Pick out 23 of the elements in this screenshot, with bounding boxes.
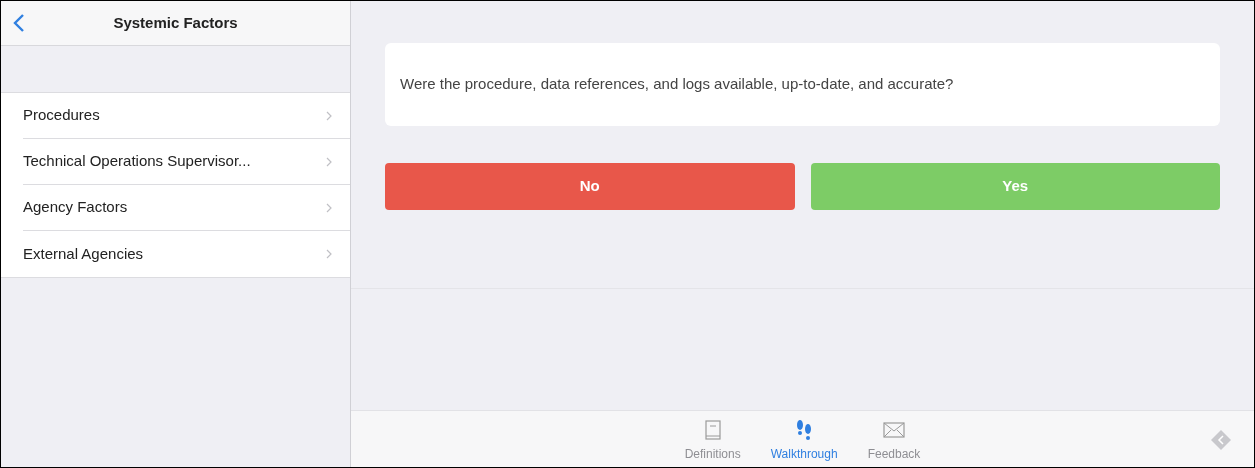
menu-item-label: External Agencies: [23, 243, 144, 264]
menu-item-label: Procedures: [23, 105, 100, 126]
tab[interactable]: Definitions: [684, 415, 741, 463]
menu-item-label: Technical Operations Supervisor...: [23, 151, 251, 172]
tab[interactable]: Feedback: [867, 415, 921, 463]
menu-item-label: Agency Factors: [23, 197, 128, 218]
back-chevron-icon: [13, 13, 25, 33]
menu-item[interactable]: Technical Operations Supervisor...: [23, 139, 350, 185]
answer-button[interactable]: Yes: [810, 163, 1220, 210]
chevron-icon: [326, 110, 332, 121]
chevron-icon: [326, 202, 332, 213]
chevron-icon: [326, 156, 332, 167]
answer-button[interactable]: No: [385, 163, 795, 210]
envelope-icon: [882, 422, 905, 438]
book-icon: [704, 420, 721, 440]
question-text: Were the procedure, data references, and logs available, up-to-date, and accurate?: [400, 74, 954, 95]
menu-item[interactable]: External Agencies: [23, 231, 350, 277]
chevron-icon: [326, 249, 332, 259]
menu-item[interactable]: Agency Factors: [23, 185, 350, 231]
tab[interactable]: Walkthrough: [770, 415, 838, 463]
menu-item[interactable]: Procedures: [23, 93, 350, 139]
footprints-icon: [795, 419, 814, 441]
sidebar-title: Systemic Factors: [112, 12, 239, 33]
